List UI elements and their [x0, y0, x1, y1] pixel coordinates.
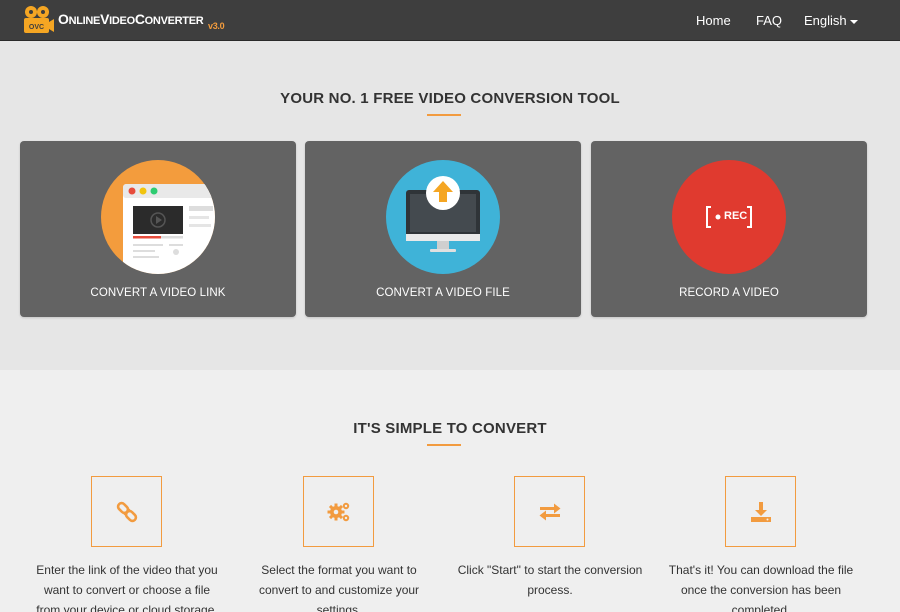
step-3-box: [514, 476, 585, 547]
version-badge: v3.0: [208, 21, 225, 31]
rec-icon: REC: [672, 160, 786, 274]
brand-converter-cap: C: [134, 11, 145, 27]
convert-video-link-card[interactable]: CONVERT A VIDEO LINK: [20, 141, 296, 317]
brand-online-cap: O: [58, 11, 69, 27]
convert-video-file-card[interactable]: CONVERT A VIDEO FILE: [305, 141, 581, 317]
step-4-line: once the conversion has been: [680, 583, 842, 597]
step-4-box: [725, 476, 796, 547]
brand-video-rest: IDEO: [109, 15, 135, 27]
step-3-text: Click "Start" to start the conversion pr…: [450, 560, 650, 600]
film-camera-logo-icon[interactable]: OVC: [22, 5, 54, 35]
caret-down-icon: [849, 19, 858, 24]
step-1-line: Enter the link of the video that you: [36, 563, 218, 577]
link-icon: [116, 501, 138, 523]
navbar: OVC ONLINEVIDEOCONVERTER v3.0 Home FAQ E…: [0, 0, 900, 41]
step-2-line: settings.: [316, 603, 362, 612]
gears-icon: [327, 502, 350, 522]
step-4-text: That's it! You can download the file onc…: [661, 560, 861, 612]
brand-video-cap: V: [100, 11, 110, 27]
monitor-upload-icon: [386, 160, 500, 274]
browser-video-icon: [101, 160, 215, 274]
steps-title-underline: [427, 444, 461, 446]
step-3-line: process.: [527, 583, 573, 597]
brand-name[interactable]: ONLINEVIDEOCONVERTER v3.0: [58, 11, 225, 31]
language-dropdown[interactable]: English: [804, 13, 858, 28]
step-3-line: Click "Start" to start the conversion: [457, 563, 643, 577]
step-1-line: want to convert or choose a file: [43, 583, 211, 597]
convert-video-link-label: CONVERT A VIDEO LINK: [90, 287, 226, 299]
step-1-text: Enter the link of the video that you wan…: [27, 560, 227, 612]
hero-title-underline: [427, 114, 461, 116]
step-1-line: from your device or cloud storage.: [36, 603, 218, 612]
exchange-icon: [539, 503, 561, 521]
step-4-line: That's it! You can download the file: [668, 563, 854, 577]
steps-title: IT'S SIMPLE TO CONVERT: [353, 420, 547, 437]
brand-converter-rest: ONVERTER: [144, 15, 204, 27]
hero-title: YOUR NO. 1 FREE VIDEO CONVERSION TOOL: [280, 90, 620, 107]
step-2-line: Select the format you want to: [261, 563, 417, 577]
record-video-card[interactable]: REC RECORD A VIDEO: [591, 141, 867, 317]
svg-text:OVC: OVC: [29, 24, 44, 31]
step-4-line: completed.: [731, 603, 791, 612]
language-label: English: [804, 13, 847, 28]
nav-faq-link[interactable]: FAQ: [756, 13, 782, 28]
step-2-text: Select the format you want to convert to…: [239, 560, 439, 612]
download-icon: [751, 502, 771, 522]
step-1-box: [91, 476, 162, 547]
convert-video-file-label: CONVERT A VIDEO FILE: [376, 287, 510, 299]
brand-online-rest: NLINE: [68, 15, 101, 27]
record-video-label: RECORD A VIDEO: [679, 287, 779, 299]
step-2-line: convert to and customize your: [258, 583, 420, 597]
nav-home-link[interactable]: Home: [696, 13, 731, 28]
rec-text: REC: [724, 210, 748, 222]
step-2-box: [303, 476, 374, 547]
